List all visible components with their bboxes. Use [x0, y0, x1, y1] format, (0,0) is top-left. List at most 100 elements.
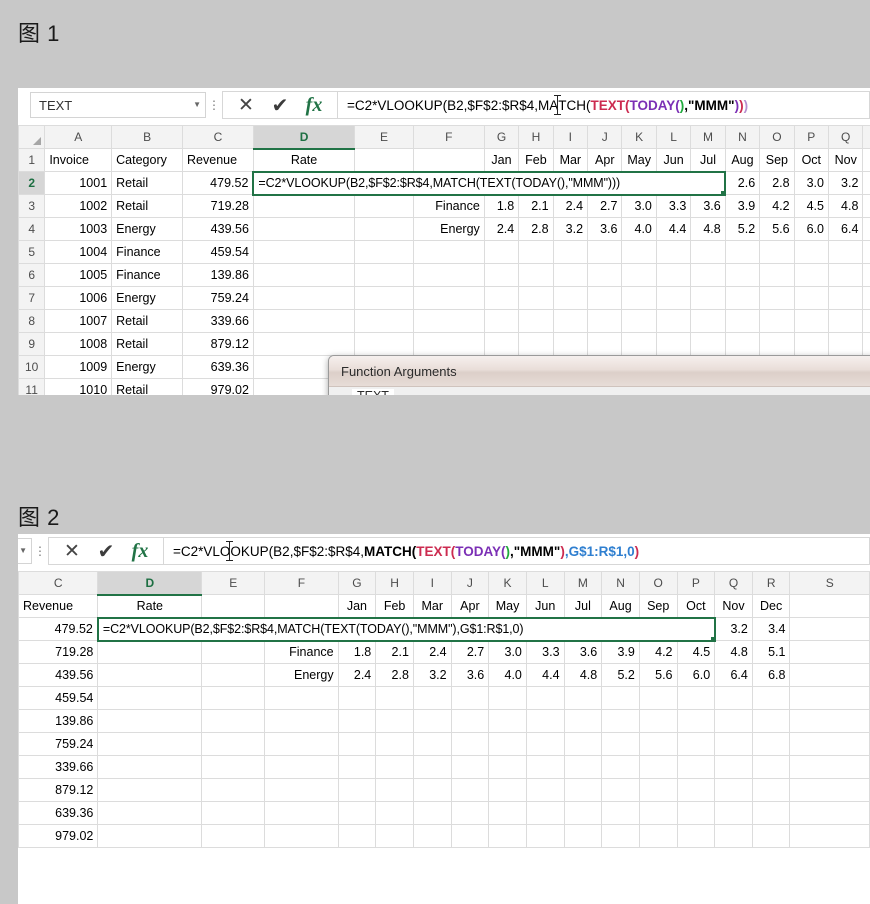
cell-B10[interactable]: Energy	[111, 355, 184, 379]
cell-N5[interactable]	[601, 686, 640, 710]
cell-I7[interactable]	[552, 286, 589, 310]
cell-K1[interactable]: May	[488, 594, 527, 618]
cell-A9[interactable]: 1008	[44, 332, 113, 356]
cell-N1[interactable]: Aug	[724, 148, 761, 172]
cell-G1[interactable]: Jan	[483, 148, 520, 172]
cell-K6[interactable]	[488, 709, 527, 733]
table-row[interactable]: 479.52 =C2*VLOOKUP(B2,$F$2:$R$4,MATCH(TEX…	[18, 616, 870, 642]
column-header-f[interactable]: F	[264, 571, 339, 595]
name-box-2[interactable]: ▼	[18, 538, 32, 564]
cell-G9[interactable]	[337, 778, 377, 802]
cell-G3[interactable]: 1.8	[483, 194, 520, 218]
cell-N3[interactable]: 3.9	[724, 194, 761, 218]
cell-R7[interactable]	[751, 732, 791, 756]
cell-N3[interactable]: 3.9	[601, 640, 640, 664]
cell-E8[interactable]	[201, 755, 266, 779]
cell-Q11[interactable]	[714, 824, 753, 848]
cell-C11[interactable]: 979.02	[182, 378, 254, 395]
cell-L4[interactable]: 4.4	[525, 663, 565, 687]
cell-E6[interactable]	[354, 263, 414, 287]
column-header-o[interactable]: O	[638, 571, 678, 595]
cell-P6[interactable]	[676, 709, 716, 733]
cell-C3[interactable]: 719.28	[18, 640, 99, 664]
column-header-n[interactable]: N	[724, 125, 761, 149]
cancel-x-icon[interactable]: ✕	[55, 538, 89, 564]
column-header-m[interactable]: M	[563, 571, 603, 595]
cell-L4[interactable]: 4.4	[655, 217, 692, 241]
cell-J4[interactable]: 3.6	[450, 663, 490, 687]
cell-H1[interactable]: Feb	[375, 594, 414, 618]
cell-M3[interactable]: 3.6	[690, 194, 726, 218]
cell-D2-formula[interactable]: =C2*VLOOKUP(B2,$F$2:$R$4,MATCH(TEXT(TODA…	[252, 170, 727, 196]
spreadsheet-grid-2[interactable]: C D E F G H I J K L M N O P Q R S Revenue Rate Jan Feb Mar Apr…	[18, 571, 870, 848]
cell-S7[interactable]	[789, 732, 870, 756]
table-row[interactable]: 339.66	[18, 755, 870, 779]
cell-Q5[interactable]	[714, 686, 753, 710]
cell-F8[interactable]	[264, 755, 339, 779]
cell-B11[interactable]: Retail	[111, 378, 184, 395]
cell-K7[interactable]	[621, 286, 657, 310]
cell-K8[interactable]	[621, 309, 657, 333]
cell-A3[interactable]: 1002	[44, 194, 113, 218]
cell-H9[interactable]	[375, 778, 414, 802]
cell-D3[interactable]	[97, 640, 203, 664]
column-header-j[interactable]: J	[450, 571, 490, 595]
cell-M7[interactable]	[563, 732, 603, 756]
cell-B1[interactable]: Category	[111, 148, 184, 172]
cell-L10[interactable]	[525, 801, 565, 825]
cell-Q4[interactable]: 6.4	[714, 663, 753, 687]
cell-J5[interactable]	[450, 686, 490, 710]
cell-P3[interactable]: 4.5	[793, 194, 830, 218]
cell-S10[interactable]	[789, 801, 870, 825]
row-header-10[interactable]: 10	[18, 355, 46, 379]
cell-Q9[interactable]	[714, 778, 753, 802]
cell-F4[interactable]: Energy	[264, 663, 339, 687]
cell-F8[interactable]	[412, 309, 485, 333]
cell-E4[interactable]	[201, 663, 266, 687]
cell-I3[interactable]: 2.4	[552, 194, 589, 218]
cell-J8[interactable]	[450, 755, 490, 779]
cell-S11[interactable]	[789, 824, 870, 848]
chevron-down-icon[interactable]: ▼	[193, 101, 201, 109]
cell-N8[interactable]	[601, 755, 640, 779]
cell-H7[interactable]	[518, 286, 554, 310]
cell-S4[interactable]	[789, 663, 870, 687]
cell-K9[interactable]	[488, 778, 527, 802]
cell-N5[interactable]	[724, 240, 761, 264]
cell-B7[interactable]: Energy	[111, 286, 184, 310]
cell-L8[interactable]	[655, 309, 692, 333]
cell-K6[interactable]	[621, 263, 657, 287]
column-header-c[interactable]: C	[182, 125, 254, 149]
cell-I9[interactable]	[412, 778, 452, 802]
cell-H6[interactable]	[518, 263, 554, 287]
cell-C6[interactable]: 139.86	[18, 709, 99, 733]
column-header-b[interactable]: B	[111, 125, 184, 149]
enter-check-icon[interactable]: ✔	[263, 92, 297, 118]
cell-F11[interactable]	[264, 824, 339, 848]
cell-F6[interactable]	[264, 709, 339, 733]
cell-O1[interactable]: Sep	[638, 594, 678, 618]
cell-O8[interactable]	[759, 309, 795, 333]
cell-Q3[interactable]: 4.8	[714, 640, 753, 664]
column-header-i[interactable]: I	[412, 571, 452, 595]
cell-G3[interactable]: 1.8	[337, 640, 377, 664]
table-row[interactable]: 879.12	[18, 778, 870, 802]
cell-L9[interactable]	[525, 778, 565, 802]
cell-S9[interactable]	[789, 778, 870, 802]
cell-K5[interactable]	[488, 686, 527, 710]
cell-G1[interactable]: Jan	[337, 594, 377, 618]
cell-E5[interactable]	[354, 240, 414, 264]
cell-H10[interactable]	[375, 801, 414, 825]
cell-C6[interactable]: 139.86	[182, 263, 254, 287]
cell-G9[interactable]	[483, 332, 520, 356]
cell-C7[interactable]: 759.24	[18, 732, 99, 756]
cell-N6[interactable]	[724, 263, 761, 287]
cell-O5[interactable]	[759, 240, 795, 264]
cell-O9[interactable]	[638, 778, 678, 802]
cell-B2[interactable]: Retail	[111, 171, 184, 195]
enter-check-icon[interactable]: ✔	[89, 538, 123, 564]
cell-Q7[interactable]	[827, 286, 864, 310]
cell-I6[interactable]	[552, 263, 589, 287]
cell-P8[interactable]	[676, 755, 716, 779]
cell-O7[interactable]	[638, 732, 678, 756]
